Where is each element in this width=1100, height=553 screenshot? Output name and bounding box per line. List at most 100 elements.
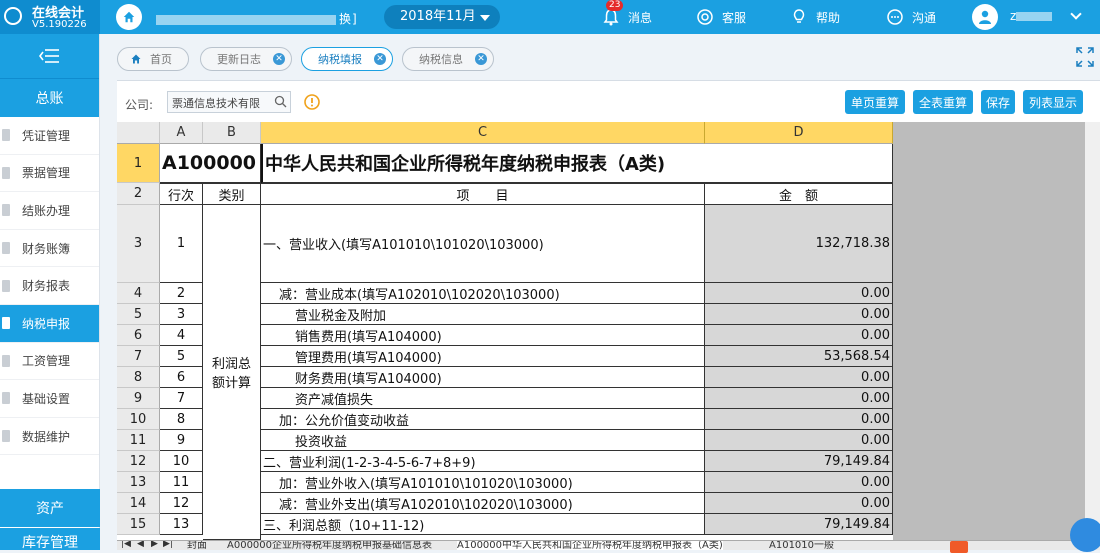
row-seq-cell[interactable]: 2 [160, 283, 203, 304]
sidebar-item[interactable]: 票据管理 [0, 155, 99, 193]
row-seq-cell[interactable]: 6 [160, 367, 203, 388]
row-seq-cell[interactable]: 12 [160, 493, 203, 514]
sidebar-item[interactable]: 财务账簿 [0, 230, 99, 268]
row-amount-cell[interactable]: 0.00 [705, 388, 893, 409]
user-avatar[interactable] [972, 4, 998, 30]
floating-help-button[interactable] [1070, 518, 1100, 552]
row-header[interactable]: 6 [117, 325, 160, 346]
user-menu-chevron-icon[interactable] [1070, 8, 1082, 20]
row-seq-cell[interactable]: 9 [160, 430, 203, 451]
row-item-cell[interactable]: 营业税金及附加 [261, 304, 705, 325]
row-item-cell[interactable]: 减：营业成本(填写A102010\102020\103000) [261, 283, 705, 304]
row-seq-cell[interactable]: 10 [160, 451, 203, 472]
recalc-page-button[interactable]: 单页重算 [845, 90, 905, 114]
row-amount-cell[interactable]: 0.00 [705, 367, 893, 388]
row-item-cell[interactable]: 财务费用(填写A104000) [261, 367, 705, 388]
app-logo[interactable]: 在线会计 V5.190226 [0, 0, 100, 34]
home-button[interactable] [116, 4, 142, 30]
row-seq-cell[interactable]: 3 [160, 304, 203, 325]
row-header[interactable]: 4 [117, 283, 160, 304]
sidebar-collapse-button[interactable] [0, 34, 99, 79]
header-seq[interactable]: 行次 [160, 183, 203, 205]
search-icon[interactable] [274, 95, 287, 108]
sidebar-item[interactable]: 纳税申报 [0, 304, 99, 343]
row-header[interactable]: 9 [117, 388, 160, 409]
spreadsheet[interactable]: A B C D 1 A100000 中华人民共和国企业所得税年度纳税申报表（A类… [117, 122, 1100, 540]
row-amount-cell[interactable]: 0.00 [705, 472, 893, 493]
row-item-cell[interactable]: 加：公允价值变动收益 [261, 409, 705, 430]
sidebar-section-stock[interactable]: 库存管理 [0, 528, 100, 551]
row-seq-cell[interactable]: 8 [160, 409, 203, 430]
row-item-cell[interactable]: 资产减值损失 [261, 388, 705, 409]
sheet-tab-cover[interactable]: 封面 [187, 541, 207, 550]
row-header[interactable]: 15 [117, 514, 160, 535]
row-item-cell[interactable]: 加：营业外收入(填写A101010\101020\103000) [261, 472, 705, 493]
next-sheet-icon[interactable]: ▶ [151, 541, 158, 549]
row-amount-cell[interactable]: 0.00 [705, 325, 893, 346]
column-header-b[interactable]: B [203, 122, 261, 144]
row-header[interactable]: 1 [117, 144, 160, 183]
column-header-d[interactable]: D [705, 122, 893, 144]
row-item-cell[interactable]: 销售费用(填写A104000) [261, 325, 705, 346]
sidebar-item[interactable]: 财务报表 [0, 267, 99, 305]
row-item-cell[interactable]: 一、营业收入(填写A101010\101020\103000) [261, 205, 705, 283]
save-button[interactable]: 保存 [981, 90, 1015, 114]
current-company[interactable]: 换] [156, 10, 358, 27]
row-amount-cell[interactable]: 0.00 [705, 304, 893, 325]
tab-tax-info[interactable]: 纳税信息 ✕ [402, 47, 494, 71]
row-amount-cell[interactable]: 0.00 [705, 493, 893, 514]
row-amount-cell[interactable]: 79,149.84 [705, 514, 893, 535]
row-item-cell[interactable]: 管理费用(填写A104000) [261, 346, 705, 367]
row-amount-cell[interactable]: 0.00 [705, 430, 893, 451]
sheet-grid[interactable]: A B C D 1 A100000 中华人民共和国企业所得税年度纳税申报表（A类… [117, 122, 893, 540]
row-seq-cell[interactable]: 4 [160, 325, 203, 346]
close-icon[interactable]: ✕ [374, 53, 386, 65]
row-amount-cell[interactable]: 53,568.54 [705, 346, 893, 367]
row-header[interactable]: 14 [117, 493, 160, 514]
prev-sheet-icon[interactable]: ◀ [137, 541, 144, 549]
last-sheet-icon[interactable]: ▶| [163, 541, 173, 549]
header-amount[interactable]: 金 额 [705, 183, 893, 205]
row-item-cell[interactable]: 减：营业外支出(填写A102010\102020\103000) [261, 493, 705, 514]
sheet-tab-a000000[interactable]: A000000企业所得税年度纳税申报基础信息表 [227, 541, 432, 550]
row-item-cell[interactable]: 二、营业利润(1-2-3-4-5-6-7+8+9) [261, 451, 705, 472]
header-category[interactable]: 类别 [203, 183, 261, 205]
row-header[interactable]: 12 [117, 451, 160, 472]
sidebar-item[interactable]: 结账办理 [0, 192, 99, 230]
tab-tax-filing[interactable]: 纳税填报 ✕ [301, 47, 393, 71]
row-header[interactable]: 5 [117, 304, 160, 325]
row-item-cell[interactable]: 三、利润总额（10+11-12) [261, 514, 705, 535]
sidebar-item[interactable]: 数据维护 [0, 418, 99, 456]
row-seq-cell[interactable]: 1 [160, 205, 203, 283]
sheet-tab-a100000[interactable]: A100000中华人民共和国企业所得税年度纳税申报表（A类) [457, 541, 723, 550]
row-header[interactable]: 13 [117, 472, 160, 493]
form-code[interactable]: A100000 [160, 144, 261, 183]
header-item[interactable]: 项 目 [261, 183, 705, 205]
company-search-input[interactable]: 票通信息技术有限 [167, 91, 291, 113]
close-icon[interactable]: ✕ [273, 53, 285, 65]
row-item-cell[interactable]: 投资收益 [261, 430, 705, 451]
form-title[interactable]: 中华人民共和国企业所得税年度纳税申报表（A类) [261, 144, 893, 183]
row-seq-cell[interactable]: 11 [160, 472, 203, 493]
tab-changelog[interactable]: 更新日志 ✕ [200, 47, 292, 71]
service-button[interactable]: 客服 [696, 8, 746, 26]
input-method-icon[interactable] [950, 541, 968, 553]
period-selector[interactable]: 2018年11月 [384, 5, 500, 29]
warning-icon[interactable] [304, 94, 320, 110]
column-header-c[interactable]: C [261, 122, 705, 144]
sidebar-section-asset[interactable]: 资产 [0, 489, 100, 527]
recalc-all-button[interactable]: 全表重算 [913, 90, 973, 114]
row-amount-cell[interactable]: 132,718.38 [705, 205, 893, 283]
column-header-a[interactable]: A [160, 122, 203, 144]
help-button[interactable]: 帮助 [790, 8, 840, 26]
row-amount-cell[interactable]: 0.00 [705, 409, 893, 430]
user-name[interactable]: z [1010, 9, 1053, 23]
vertical-scrollbar[interactable] [1085, 122, 1100, 542]
row-amount-cell[interactable]: 79,149.84 [705, 451, 893, 472]
row-header[interactable]: 8 [117, 367, 160, 388]
close-icon[interactable]: ✕ [475, 53, 487, 65]
row-header[interactable]: 3 [117, 205, 160, 283]
sidebar-item[interactable]: 工资管理 [0, 343, 99, 381]
row-header[interactable]: 7 [117, 346, 160, 367]
row-seq-cell[interactable]: 7 [160, 388, 203, 409]
